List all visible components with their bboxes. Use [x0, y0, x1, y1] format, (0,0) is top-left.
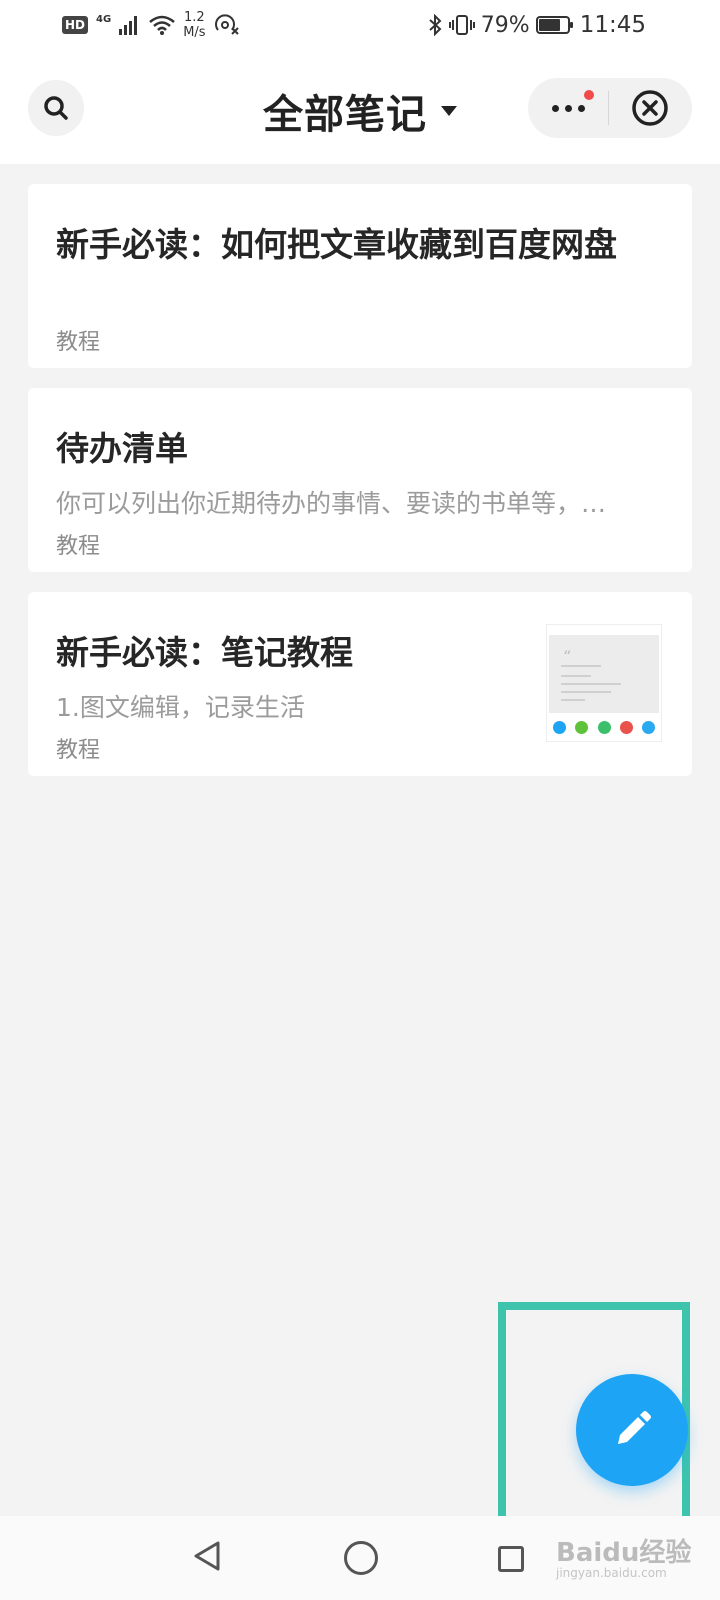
notification-dot [584, 90, 594, 100]
note-card[interactable]: 新手必读：笔记教程 1.图文编辑，记录生活 教程 “ [28, 592, 692, 776]
speed-value: 1.2 [184, 10, 205, 25]
note-card[interactable]: 新手必读：如何把文章收藏到百度网盘 教程 [28, 184, 692, 368]
hotspot-off-icon [214, 14, 239, 35]
pencil-icon [618, 1411, 651, 1444]
close-circle-icon [632, 90, 668, 126]
bluetooth-icon [429, 14, 442, 36]
status-right: 79% 11:45 [427, 12, 646, 38]
screen: HD 4G 1.2 M/s 79% 11:45 全部笔记 新手必读：如何把文章收… [0, 0, 720, 1600]
back-icon[interactable] [192, 1540, 222, 1572]
app-header: 全部笔记 [0, 56, 720, 164]
note-summary: 你可以列出你近期待办的事情、要读的书单等，… [56, 489, 607, 518]
moments-icon [597, 721, 611, 734]
note-summary: 1.图文编辑，记录生活 [56, 693, 305, 722]
note-tag: 教程 [56, 330, 101, 355]
status-bar: HD 4G 1.2 M/s 79% 11:45 [0, 0, 720, 56]
note-title: 新手必读：如何把文章收藏到百度网盘 [56, 225, 617, 264]
network-speed: 1.2 M/s [183, 10, 205, 40]
page-title: 全部笔记 [263, 92, 427, 138]
note-title: 待办清单 [56, 429, 188, 468]
battery-level [538, 19, 560, 31]
note-tag: 教程 [56, 738, 101, 763]
battery-icon [535, 16, 573, 34]
watermark-url: jingyan.baidu.com [556, 1566, 667, 1580]
thumbnail-share-icons [553, 721, 655, 734]
speed-unit: M/s [183, 25, 206, 40]
weibo-icon [619, 721, 633, 734]
note-list: 新手必读：如何把文章收藏到百度网盘 教程 待办清单 你可以列出你近期待办的事情、… [28, 184, 692, 796]
signal-icon [119, 16, 138, 35]
close-button[interactable] [609, 78, 691, 138]
battery-percent: 79% [480, 12, 530, 38]
quote-mark-icon: “ [563, 647, 572, 666]
status-left: HD 4G 1.2 M/s [62, 10, 240, 40]
note-thumbnail: “ [546, 624, 662, 742]
wifi-icon [149, 15, 175, 35]
watermark-logo-text: Baidu经验 [556, 1538, 692, 1568]
qq-icon [642, 721, 655, 734]
network-type: 4G [96, 13, 112, 25]
note-card[interactable]: 待办清单 你可以列出你近期待办的事情、要读的书单等，… 教程 [28, 388, 692, 572]
vibrate-icon [448, 15, 475, 35]
hd-badge: HD [62, 16, 89, 34]
note-tag: 教程 [56, 534, 101, 559]
mini-program-capsule [528, 78, 692, 138]
share-icon [553, 721, 566, 734]
clock: 11:45 [579, 12, 646, 38]
more-icon [551, 104, 585, 112]
new-note-button[interactable] [576, 1374, 688, 1486]
more-button[interactable] [528, 78, 608, 138]
note-title: 新手必读：笔记教程 [56, 633, 353, 672]
baidu-watermark: Baidu经验 jingyan.baidu.com [550, 1530, 710, 1590]
recent-apps-icon[interactable] [498, 1546, 524, 1572]
thumbnail-preview: “ [549, 635, 659, 713]
wechat-icon [575, 721, 589, 734]
home-icon[interactable] [344, 1541, 378, 1575]
caret-down-icon [441, 106, 457, 116]
